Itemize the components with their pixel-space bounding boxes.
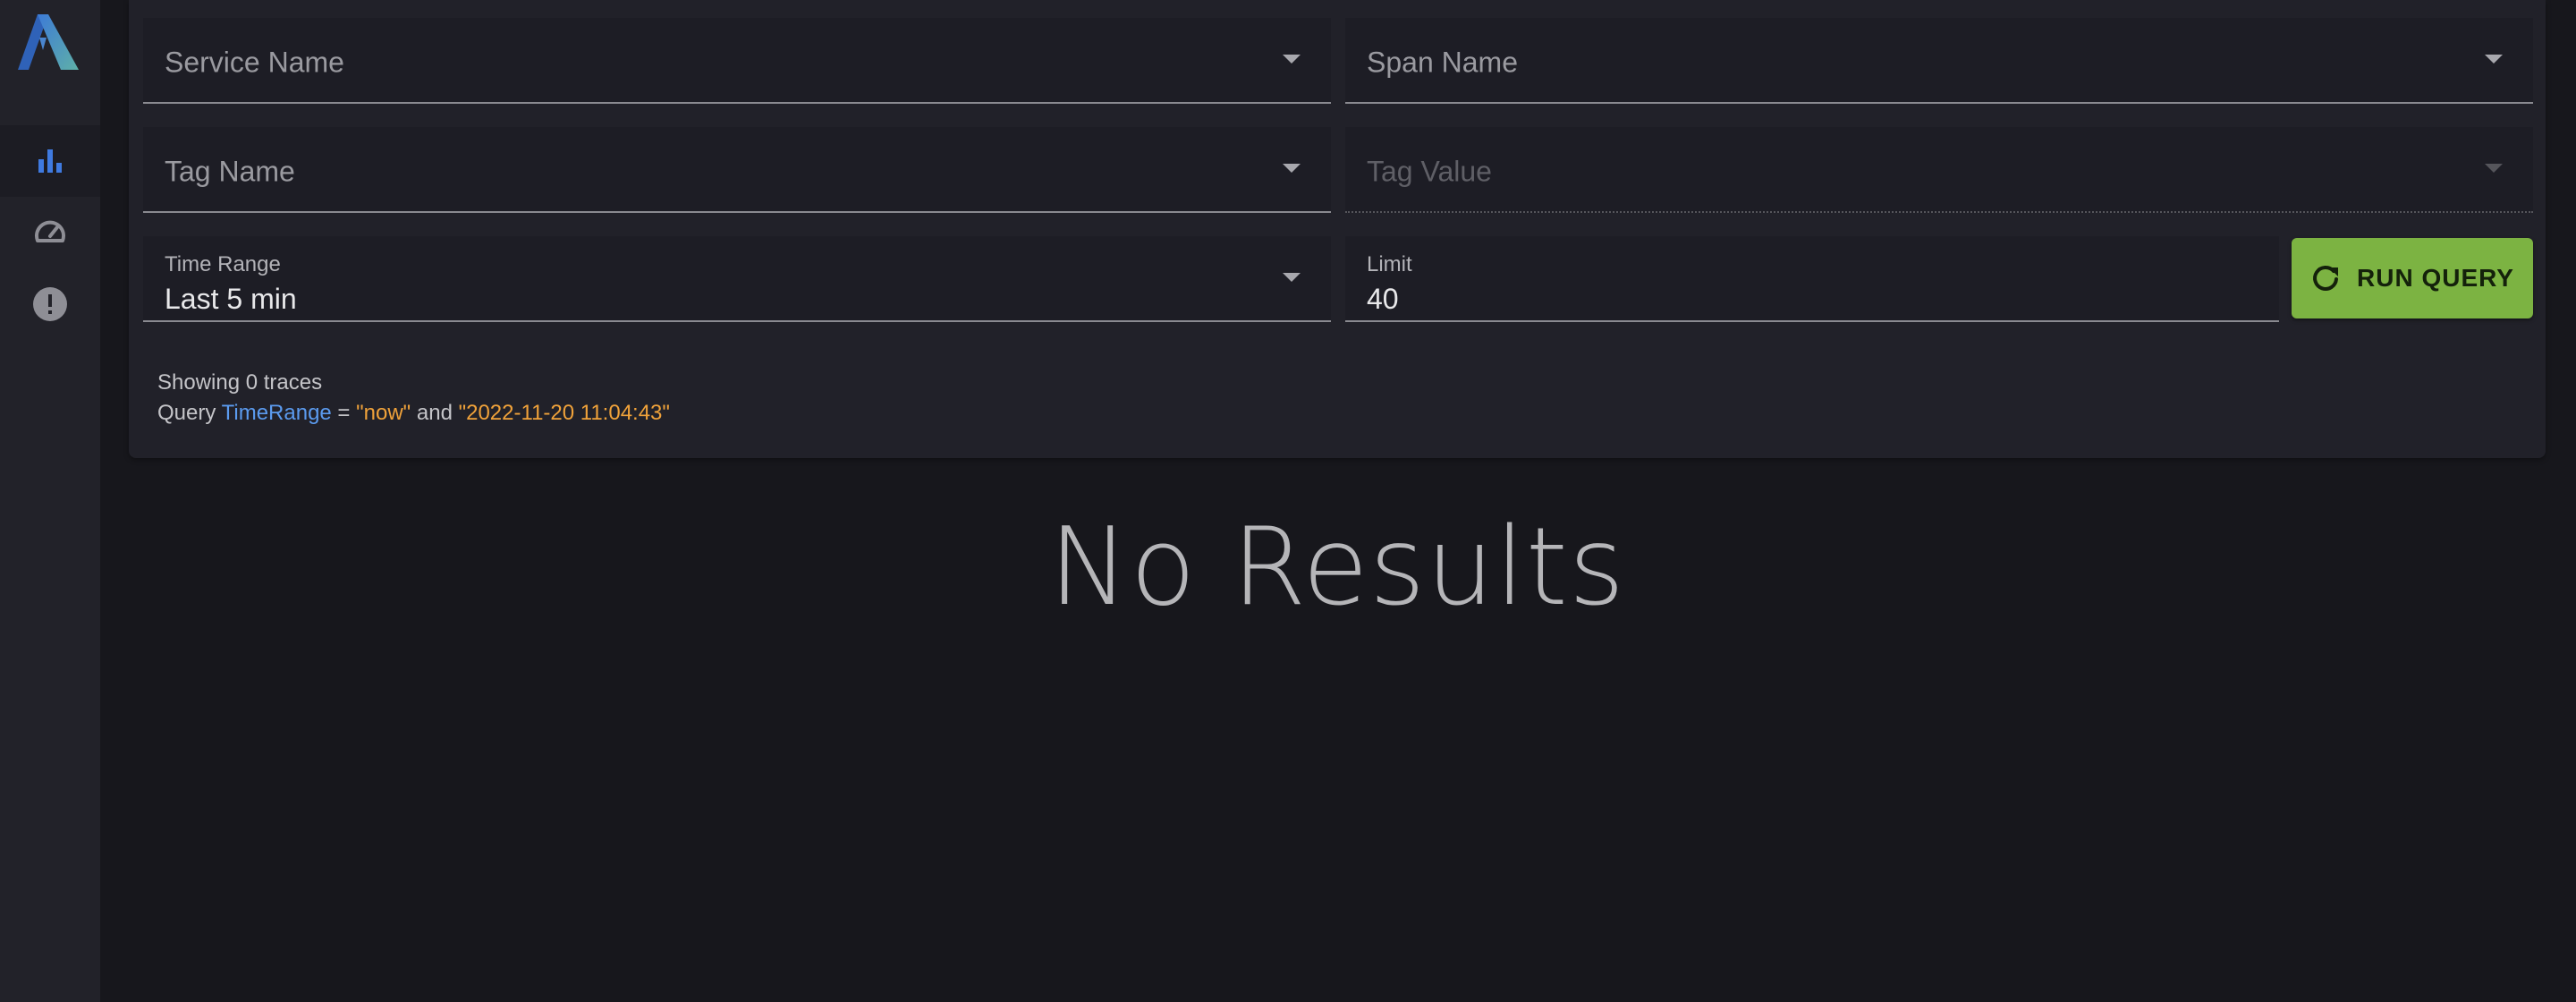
tag-value-placeholder: Tag Value bbox=[1367, 155, 1492, 188]
query-prefix: Query bbox=[157, 401, 222, 425]
chevron-down-icon bbox=[1283, 55, 1301, 64]
time-range-label: Time Range bbox=[165, 252, 281, 276]
nav-alerts[interactable] bbox=[0, 268, 100, 340]
chevron-down-icon bbox=[2485, 164, 2503, 173]
trace-count-status: Showing 0 traces bbox=[157, 370, 323, 395]
span-name-placeholder: Span Name bbox=[1367, 46, 1518, 79]
service-name-select[interactable]: Service Name bbox=[143, 18, 1331, 104]
query-summary: Query TimeRange = "now" and "2022-11-20 … bbox=[157, 401, 670, 426]
refresh-icon bbox=[2313, 266, 2338, 291]
query-operator: = bbox=[331, 401, 357, 425]
time-range-value: Last 5 min bbox=[165, 283, 297, 315]
query-panel: Service Name Span Name Tag Name Tag Valu… bbox=[129, 0, 2546, 458]
tag-value-select: Tag Value bbox=[1345, 127, 2533, 213]
chevron-down-icon bbox=[1283, 273, 1301, 282]
sidebar bbox=[0, 0, 100, 1002]
query-from: "now" bbox=[356, 401, 411, 425]
nav-traces[interactable] bbox=[0, 125, 100, 197]
span-name-select[interactable]: Span Name bbox=[1345, 18, 2533, 104]
limit-label: Limit bbox=[1367, 252, 1412, 276]
run-query-button[interactable]: RUN QUERY bbox=[2292, 238, 2533, 318]
bar-chart-icon bbox=[38, 149, 62, 173]
app-logo[interactable] bbox=[16, 11, 80, 73]
run-query-label: RUN QUERY bbox=[2357, 264, 2514, 292]
limit-field[interactable]: Limit 40 bbox=[1345, 236, 2279, 322]
query-and: and bbox=[411, 401, 459, 425]
tag-name-placeholder: Tag Name bbox=[165, 155, 295, 188]
query-key: TimeRange bbox=[221, 401, 332, 425]
chevron-down-icon bbox=[2485, 55, 2503, 64]
tag-name-select[interactable]: Tag Name bbox=[143, 127, 1331, 213]
speedometer-icon bbox=[35, 220, 65, 242]
limit-value[interactable]: 40 bbox=[1367, 283, 1399, 316]
time-range-select[interactable]: Time Range Last 5 min bbox=[143, 236, 1331, 322]
no-results-message: No Results bbox=[1048, 505, 1626, 630]
alert-circle-icon bbox=[33, 287, 67, 321]
nav-dashboard[interactable] bbox=[0, 197, 100, 268]
query-to: "2022-11-20 11:04:43" bbox=[458, 401, 670, 425]
chevron-down-icon bbox=[1283, 164, 1301, 173]
service-name-placeholder: Service Name bbox=[165, 46, 344, 79]
